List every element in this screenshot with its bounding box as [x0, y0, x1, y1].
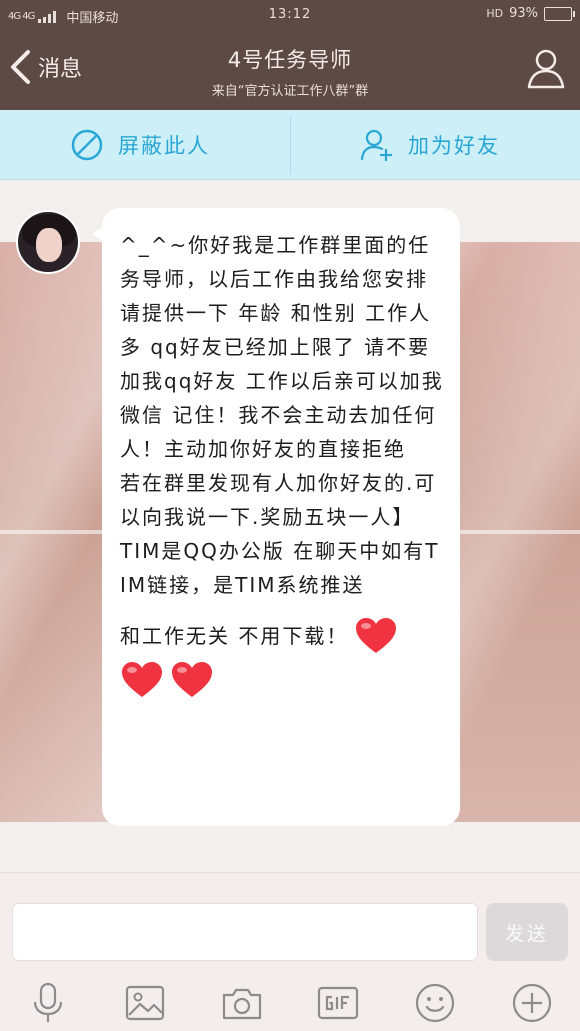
message-paragraph: TIM是QQ办公版 在聊天中如有TIM链接，是TIM系统推送 [120, 539, 440, 597]
heart-icon [122, 662, 162, 697]
page-subtitle: 来自“官方认证工作八群”群 [211, 84, 369, 99]
camera-button[interactable] [218, 979, 266, 1027]
page-title: 4号任务导师 [227, 48, 353, 72]
emoji-button[interactable] [411, 979, 459, 1027]
plus-icon [512, 983, 552, 1023]
action-bar: 屏蔽此人 加为好友 [0, 110, 580, 180]
message-last-line: 和工作无关 不用下载！ [120, 616, 446, 656]
status-bar: 4G 4G 中国移动 13:12 HD 93% [0, 0, 580, 30]
message-input[interactable] [12, 903, 478, 961]
add-friend-label: 加为好友 [408, 134, 500, 158]
add-friend-icon [360, 129, 392, 161]
gif-icon [317, 986, 359, 1020]
block-user-button[interactable]: 屏蔽此人 [70, 110, 210, 180]
battery-icon [544, 6, 575, 21]
back-chevron-icon [11, 50, 30, 84]
chat-header: 消息 4号任务导师 来自“官方认证工作八群”群 [0, 30, 580, 110]
microphone-icon [33, 982, 63, 1022]
more-button[interactable] [508, 979, 556, 1027]
block-user-label: 屏蔽此人 [118, 134, 210, 158]
message-paragraph: 和工作无关 不用下载！ [120, 624, 349, 648]
image-button[interactable] [121, 979, 169, 1027]
avatar[interactable] [16, 210, 80, 274]
avatar-face [36, 228, 62, 262]
send-button[interactable]: 发送 [486, 903, 568, 961]
emoji-icon [415, 983, 455, 1023]
message-bubble[interactable]: ^_^~你好我是工作群里面的任务导师，以后工作由我给您安排 请提供一下 年龄 和… [92, 208, 460, 826]
message-paragraph: 若在群里发现有人加你好友的.可以向我说一下.奖励五块一人】 [120, 471, 437, 529]
input-area: 发送 [0, 872, 580, 1031]
voice-button[interactable] [24, 979, 72, 1027]
profile-icon[interactable] [526, 46, 566, 90]
hd-indicator: HD [486, 7, 504, 20]
input-toolbar [0, 973, 580, 1029]
heart-icon [172, 662, 212, 697]
chat-area[interactable]: ^_^~你好我是工作群里面的任务导师，以后工作由我给您安排 请提供一下 年龄 和… [0, 180, 580, 872]
hearts-row [120, 660, 446, 700]
image-icon [125, 985, 165, 1021]
block-icon [71, 129, 103, 161]
title-block: 4号任务导师 来自“官方认证工作八群”群 [120, 44, 460, 99]
heart-icon [356, 618, 397, 653]
gif-button[interactable] [314, 979, 362, 1027]
camera-icon [222, 988, 262, 1020]
back-label: 消息 [38, 57, 83, 82]
battery-percent: 93% [509, 6, 538, 21]
action-divider [290, 116, 291, 174]
back-button[interactable]: 消息 [8, 48, 82, 86]
message-paragraph: ^_^~你好我是工作群里面的任务导师，以后工作由我给您安排 请提供一下 年龄 和… [120, 233, 444, 461]
add-friend-button[interactable]: 加为好友 [360, 110, 500, 180]
